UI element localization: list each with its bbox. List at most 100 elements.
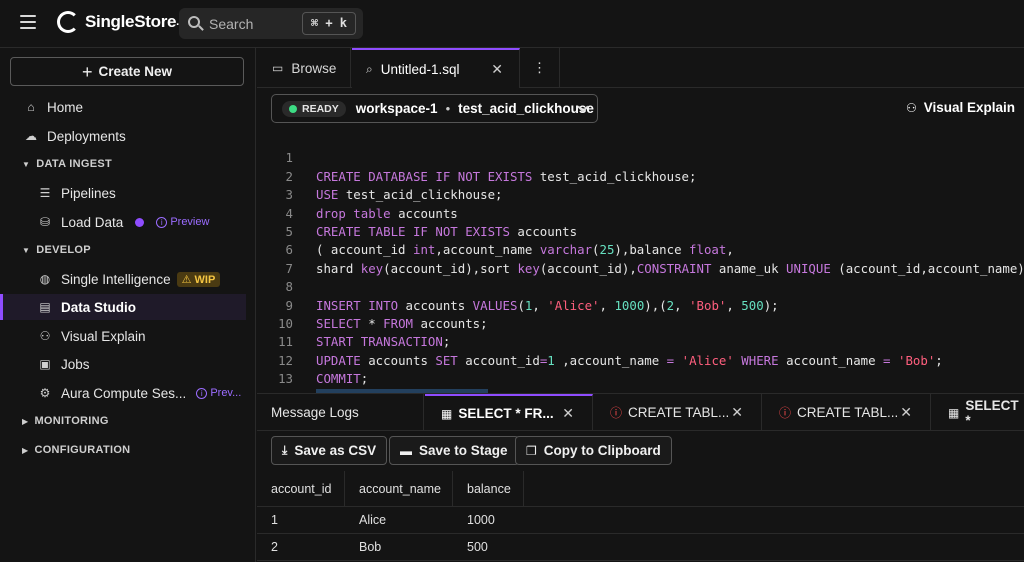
- tabs-more-button[interactable]: ⋮: [520, 48, 560, 88]
- sidebar-item-visual-explain[interactable]: ⚇ Visual Explain: [0, 323, 246, 349]
- tab-label: SELECT *: [965, 397, 1019, 428]
- tab-result-create-2[interactable]: ⓘ CREATE TABL... ✕: [763, 394, 931, 431]
- sidebar-item-label: Visual Explain: [61, 328, 146, 344]
- column-header-account-name[interactable]: account_name: [345, 471, 453, 507]
- caret-right-icon: ▶: [22, 416, 29, 426]
- section-label: CONFIGURATION: [34, 444, 131, 456]
- calendar-icon: ▣: [39, 357, 51, 371]
- download-icon: ⤓: [282, 443, 288, 457]
- save-as-csv-button[interactable]: ⤓ Save as CSV: [271, 436, 388, 465]
- sidebar-item-data-studio[interactable]: ▤ Data Studio: [0, 294, 246, 320]
- caret-down-icon: ▼: [22, 159, 31, 169]
- tab-label: Untitled-1.sql: [380, 61, 460, 77]
- code-line: 10 START TRANSACTION;: [257, 297, 1024, 349]
- sidebar-item-load-data[interactable]: ⛁ Load Data i Preview: [0, 209, 246, 235]
- sidebar-item-aura-compute[interactable]: ⚙ Aura Compute Ses... i Prev...: [0, 380, 246, 406]
- caret-right-icon: ▶: [22, 445, 29, 455]
- search-shortcut: ⌘ + k: [301, 12, 356, 35]
- close-icon[interactable]: ✕: [562, 405, 574, 422]
- cell-balance[interactable]: 500: [453, 534, 488, 561]
- info-icon: i: [196, 387, 208, 399]
- plus-icon: +: [81, 61, 93, 82]
- sidebar-item-label: Load Data: [61, 214, 124, 230]
- tab-message-logs[interactable]: Message Logs: [257, 394, 424, 431]
- preview-badge: i Prev...: [196, 387, 241, 399]
- home-icon: ⌂: [27, 100, 35, 114]
- preview-label: Prev...: [210, 387, 242, 399]
- tab-browse[interactable]: ▭ Browse: [257, 48, 351, 88]
- code-line: 2 USE test_acid_clickhouse;: [257, 149, 1024, 202]
- tab-label: Message Logs: [271, 405, 359, 420]
- preview-badge: i Preview: [156, 216, 209, 228]
- sidebar-item-label: Home: [47, 99, 84, 115]
- copy-to-clipboard-button[interactable]: ❐ Copy to Clipboard: [515, 436, 672, 465]
- section-label: MONITORING: [34, 415, 109, 427]
- cloud-icon: ☁: [25, 129, 37, 143]
- code-line: 11 UPDATE accounts SET account_id=1 ,acc…: [257, 315, 1024, 367]
- section-configuration[interactable]: ▶ CONFIGURATION: [22, 440, 130, 460]
- sidebar: + Create New ⌂ Home ☁ Deployments ▼ DATA…: [0, 48, 256, 562]
- menu-icon[interactable]: [20, 15, 36, 29]
- pipelines-icon: ☰: [39, 186, 51, 200]
- code-line: 5 ( account_id int,account_name varchar(…: [257, 205, 1024, 257]
- cell-account-id[interactable]: 2: [257, 534, 278, 561]
- column-header-account-id[interactable]: account_id: [257, 471, 345, 507]
- section-develop[interactable]: ▼ DEVELOP: [22, 240, 91, 260]
- create-new-button[interactable]: + Create New: [10, 57, 244, 86]
- sidebar-item-label: Aura Compute Ses...: [61, 385, 187, 401]
- folder-icon: ▬: [400, 443, 412, 458]
- close-icon[interactable]: ✕: [900, 404, 912, 421]
- cell-account-id[interactable]: 1: [257, 507, 278, 534]
- code-line: 3 drop table accounts: [257, 168, 1024, 220]
- close-icon[interactable]: ✕: [491, 61, 503, 78]
- workspace-bar: READY workspace-1 • test_acid_clickhouse…: [257, 88, 1024, 130]
- close-icon[interactable]: ✕: [731, 404, 743, 421]
- sidebar-item-label: Single Intelligence: [61, 271, 171, 287]
- globe-icon: ◍: [39, 272, 51, 286]
- sql-editor[interactable]: 1 CREATE DATABASE IF NOT EXISTS test_aci…: [257, 130, 1024, 425]
- column-header-balance[interactable]: balance: [453, 471, 524, 507]
- info-icon: i: [156, 216, 168, 228]
- code-line: 1 CREATE DATABASE IF NOT EXISTS test_aci…: [257, 131, 1024, 183]
- caret-down-icon: ▼: [22, 245, 31, 255]
- hierarchy-icon: ⚇: [39, 329, 51, 343]
- tab-result-select-2[interactable]: ▦ SELECT *: [932, 394, 1024, 431]
- cell-balance[interactable]: 1000: [453, 507, 495, 534]
- more-icon: ⋮: [532, 60, 547, 75]
- section-monitoring[interactable]: ▶ MONITORING: [22, 411, 109, 431]
- database-name: test_acid_clickhouse: [458, 101, 594, 116]
- sidebar-item-pipelines[interactable]: ☰ Pipelines: [0, 180, 246, 206]
- table-icon: ▦: [948, 405, 960, 420]
- singlestore-logo-icon: [57, 11, 79, 33]
- save-to-stage-button[interactable]: ▬ Save to Stage: [389, 436, 519, 465]
- tab-result-select-1[interactable]: ▦ SELECT * FR... ✕: [425, 394, 593, 431]
- tab-untitled-sql[interactable]: ⌕ Untitled-1.sql ✕: [352, 48, 520, 88]
- sidebar-item-label: Jobs: [61, 356, 90, 372]
- cell-account-name[interactable]: Bob: [345, 534, 381, 561]
- new-indicator-dot: [135, 217, 145, 227]
- status-badge: READY: [282, 100, 346, 117]
- button-label: Save to Stage: [419, 443, 508, 458]
- wip-badge: ⚠ WIP: [176, 271, 221, 287]
- status-dot: [289, 104, 297, 113]
- sidebar-item-home[interactable]: ⌂ Home: [0, 94, 246, 120]
- sql-file-icon: ⌕: [366, 61, 373, 76]
- results-table: account_id account_name balance 1 Alice …: [257, 471, 1024, 562]
- table-header: account_id account_name balance: [257, 471, 1024, 507]
- tab-result-create-1[interactable]: ⓘ CREATE TABL... ✕: [594, 394, 762, 431]
- section-data-ingest[interactable]: ▼ DATA INGEST: [22, 154, 112, 174]
- brand-name: SingleStore: [85, 12, 177, 31]
- search-box[interactable]: Search ⌘ + k: [179, 8, 363, 39]
- tab-label: Browse: [291, 60, 337, 76]
- logo[interactable]: SingleStore.: [57, 11, 179, 33]
- sidebar-item-deployments[interactable]: ☁ Deployments: [0, 123, 246, 149]
- workspace-select[interactable]: READY workspace-1 • test_acid_clickhouse: [271, 94, 598, 123]
- sidebar-item-jobs[interactable]: ▣ Jobs: [0, 351, 246, 377]
- cell-account-name[interactable]: Alice: [345, 507, 386, 534]
- visual-explain-button[interactable]: ⚇ Visual Explain: [906, 100, 1015, 115]
- sidebar-item-single-intelligence[interactable]: ◍ Single Intelligence ⚠ WIP: [0, 266, 246, 292]
- tab-label: CREATE TABL...: [628, 405, 730, 420]
- browse-icon: ▭: [272, 61, 284, 75]
- search-icon: [188, 16, 200, 28]
- code-line: 14: [257, 370, 1024, 425]
